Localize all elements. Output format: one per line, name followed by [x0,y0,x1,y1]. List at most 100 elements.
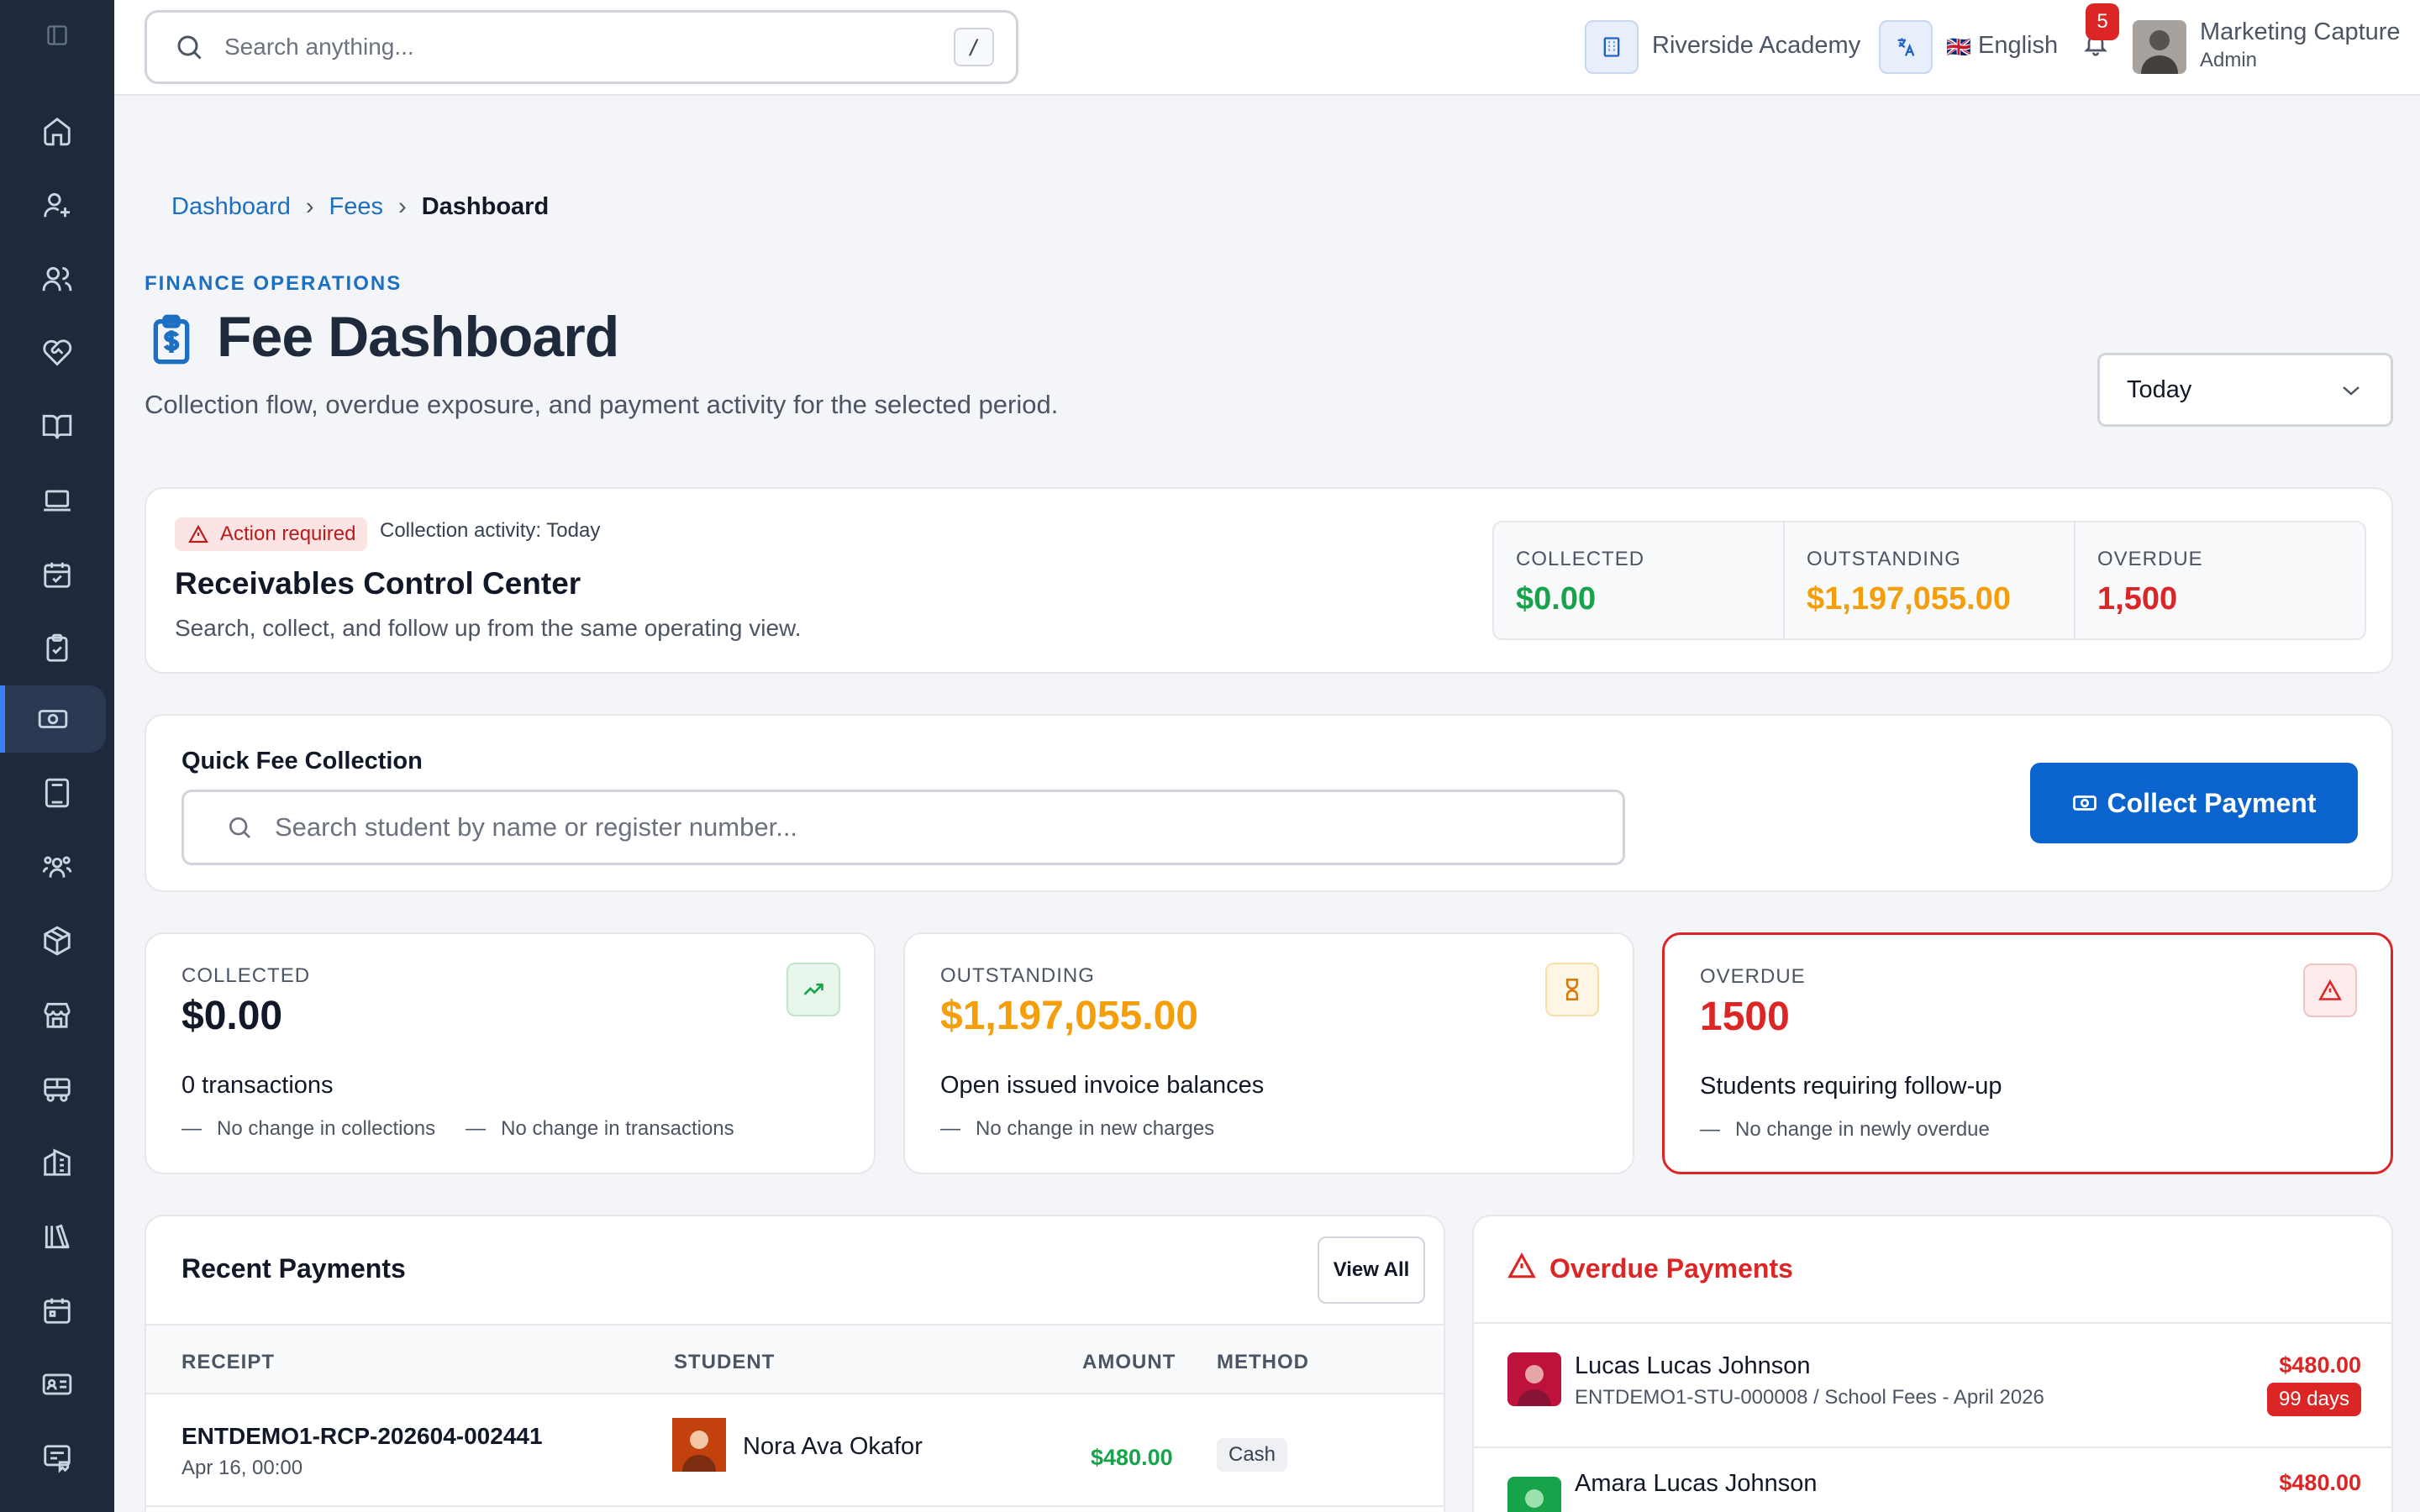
kpi-description: Students requiring follow-up [1700,1073,2002,1100]
bus-icon [41,1073,73,1105]
notification-badge: 5 [2086,3,2119,40]
kpi-overdue: OVERDUE 1500 Students requiring follow-u… [1662,932,2393,1174]
table-row[interactable]: ENTDEMO1-RCP-202604-002441 Apr 16, 00:00… [146,1394,1444,1507]
list-item[interactable]: Amara Lucas Johnson $480.00 [1474,1448,2391,1512]
sidebar-item-staff[interactable] [0,833,114,900]
sidebar [0,0,114,1512]
users-icon [41,263,73,295]
school-name[interactable]: Riverside Academy [1652,32,1860,60]
stat-label: OUTSTANDING [1807,548,1961,570]
collect-payment-button[interactable]: Collect Payment [2030,763,2358,843]
sidebar-item-online[interactable] [0,467,114,534]
translate-icon [1894,35,1918,59]
alert-triangle-icon [188,524,208,544]
quick-fee-collection: Quick Fee Collection Search student by n… [145,714,2393,892]
sidebar-item-academics[interactable] [0,393,114,460]
control-center-stats: COLLECTED $0.00 OUTSTANDING $1,197,055.0… [1492,521,2366,640]
sidebar-toggle-icon[interactable] [45,24,69,47]
sidebar-item-admissions[interactable] [0,171,114,239]
sidebar-item-id-cards[interactable] [0,1351,114,1418]
sidebar-item-attendance[interactable] [0,541,114,608]
overdue-amount: $480.00 [2279,1352,2361,1378]
breadcrumb-separator: › [305,193,314,220]
payment-method-badge: Cash [1217,1438,1288,1472]
sidebar-item-calendar[interactable] [0,1277,114,1344]
user-role: Admin [2200,49,2258,71]
sidebar-item-wellbeing[interactable] [0,319,114,386]
column-header-amount: AMOUNT [1082,1351,1176,1373]
payment-amount: $480.00 [1091,1445,1173,1470]
student-name[interactable]: Lucas Lucas Johnson [1575,1352,1811,1380]
breadcrumb-dashboard[interactable]: Dashboard [171,193,291,221]
kpi-value: 1500 [1700,995,1790,1039]
language-selector[interactable] [1879,20,1933,74]
laptop-icon [41,485,73,517]
stat-label: OVERDUE [2097,548,2203,570]
clipboard-check-icon [41,633,73,664]
user-name[interactable]: Marketing Capture [2200,18,2401,46]
avatar [672,1418,726,1472]
view-all-button[interactable]: View All [1318,1236,1425,1304]
home-icon [41,115,73,147]
period-select[interactable]: Today [2097,353,2393,427]
kpi-notes: No change in new charges [940,1117,1214,1141]
global-search[interactable]: Search anything... / [145,10,1018,84]
student-name[interactable]: Amara Lucas Johnson [1575,1470,1818,1498]
breadcrumb-current: Dashboard [421,193,550,220]
kpi-value: $0.00 [182,994,283,1038]
student-name[interactable]: Nora Ava Okafor [743,1433,923,1461]
sidebar-item-library[interactable] [0,1203,114,1270]
avatar[interactable] [2133,20,2186,74]
breadcrumb-fees[interactable]: Fees [329,193,383,221]
sidebar-item-inventory[interactable] [0,907,114,974]
kpi-value: $1,197,055.00 [940,994,1198,1038]
page-subtitle: Collection flow, overdue exposure, and p… [145,390,1059,419]
sidebar-item-hostel[interactable] [0,1129,114,1196]
sidebar-item-store[interactable] [0,981,114,1048]
receipt-number[interactable]: ENTDEMO1-RCP-202604-002441 [182,1423,543,1450]
student-search-input[interactable]: Search student by name or register numbe… [182,790,1625,865]
kpi-note: No change in newly overdue [1700,1118,1990,1142]
building-icon [1600,35,1623,59]
clipboard-dollar-icon [145,312,198,366]
sidebar-item-reports[interactable] [0,1425,114,1492]
calculator-icon [41,777,73,809]
overdue-days-badge: 99 days [2266,1383,2361,1416]
stat-collected: COLLECTED $0.00 [1494,522,1785,638]
sidebar-item-home[interactable] [0,97,114,165]
banknote-icon [37,703,69,735]
alert-triangle-icon [2303,963,2357,1017]
collect-payment-label: Collect Payment [2107,787,2317,818]
sidebar-item-exams[interactable] [0,615,114,682]
school-selector[interactable] [1585,20,1639,74]
topbar: Search anything... / Riverside Academy 🇬… [114,0,2420,96]
language-label[interactable]: English [1978,32,2058,60]
user-plus-icon [41,189,73,221]
avatar [1507,1477,1561,1512]
sidebar-item-fees[interactable] [0,685,106,753]
receipt-icon [41,1442,73,1474]
column-header-receipt: RECEIPT [182,1351,276,1373]
sidebar-item-transport[interactable] [0,1055,114,1122]
invoice-detail: ENTDEMO1-STU-000008 / School Fees - Apri… [1575,1386,2044,1409]
stat-outstanding: OUTSTANDING $1,197,055.00 [1785,522,2075,638]
breadcrumb: Dashboard › Fees › Dashboard [171,193,549,221]
column-header-student: STUDENT [674,1351,776,1373]
kpi-notes: No change in collections No change in tr… [182,1117,734,1141]
store-icon [41,999,73,1031]
search-shortcut: / [954,28,994,66]
calendar-check-icon [41,559,73,591]
kpi-label: OUTSTANDING [940,964,1095,987]
sidebar-item-accounts[interactable] [0,759,114,827]
overdue-payments-title: Overdue Payments [1549,1253,1793,1284]
sidebar-item-students[interactable] [0,245,114,312]
book-open-icon [41,411,73,443]
receivables-control-center: Action required Collection activity: Tod… [145,487,2393,674]
kpi-outstanding: OUTSTANDING $1,197,055.00 Open issued in… [903,932,1634,1174]
stat-value: 1,500 [2097,581,2178,617]
receipt-date: Apr 16, 00:00 [182,1457,303,1479]
list-item[interactable]: Lucas Lucas Johnson ENTDEMO1-STU-000008 … [1474,1324,2391,1448]
search-icon [174,32,204,62]
breadcrumb-separator: › [398,193,407,220]
stat-overdue: OVERDUE 1,500 [2075,522,2365,638]
